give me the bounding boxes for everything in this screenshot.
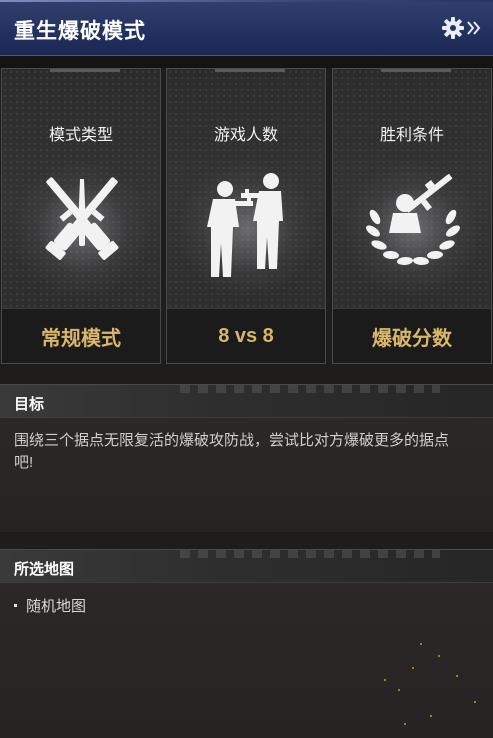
objective-text: 围绕三个据点无限复活的爆破攻防战，尝试比对方爆破更多的据点吧! xyxy=(14,432,450,471)
double-chevron-right-icon xyxy=(467,21,481,35)
bullet-icon xyxy=(14,604,17,607)
laurel-soldier-icon xyxy=(366,174,460,266)
objective-body: 围绕三个据点无限复活的爆破攻防战，尝试比对方爆破更多的据点吧! xyxy=(0,418,493,532)
mode-type-label: 模式类型 xyxy=(48,127,113,144)
objective-header: 目标 xyxy=(0,384,493,418)
maps-title: 所选地图 xyxy=(14,561,75,578)
player-count-card: 游戏人数 8 vs 8 xyxy=(166,68,326,364)
gear-icon xyxy=(442,17,481,39)
maps-body: 随机地图 xyxy=(0,583,493,738)
victory-condition-label: 胜利条件 xyxy=(379,127,444,144)
map-list-item[interactable]: 随机地图 xyxy=(14,595,86,616)
objective-title: 目标 xyxy=(14,396,45,413)
victory-condition-value: 爆破分数 xyxy=(333,308,491,363)
mode-type-value: 常规模式 xyxy=(2,308,160,363)
title-bar-highlight xyxy=(0,0,493,2)
settings-button[interactable] xyxy=(441,14,485,42)
maps-header: 所选地图 xyxy=(0,549,493,583)
page-title: 重生爆破模式 xyxy=(14,20,146,43)
two-soldiers-icon xyxy=(207,173,283,277)
map-item-label: 随机地图 xyxy=(26,598,87,615)
panel-strip xyxy=(0,56,493,68)
title-bar: 重生爆破模式 xyxy=(0,0,493,56)
crossed-rifles-icon xyxy=(45,177,119,260)
victory-condition-card: 胜利条件 爆破分数 xyxy=(332,68,492,364)
mode-type-card: 模式类型 常规模式 xyxy=(1,68,161,364)
player-count-value: 8 vs 8 xyxy=(167,308,325,363)
player-count-label: 游戏人数 xyxy=(213,127,278,144)
